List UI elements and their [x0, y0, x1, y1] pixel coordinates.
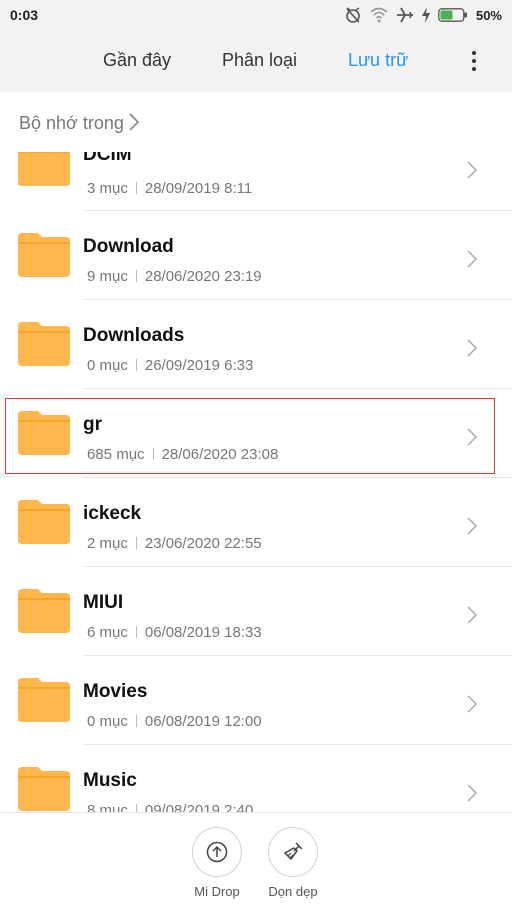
folder-row[interactable]: Downloads 0 mục 26/09/2019 6:33 — [0, 300, 512, 389]
wifi-icon — [370, 7, 388, 23]
charging-icon — [421, 7, 430, 23]
chevron-right-icon — [467, 428, 478, 446]
breadcrumb: Bộ nhớ trong — [0, 92, 512, 153]
tab-recent[interactable]: Gần đây — [103, 50, 171, 71]
folder-name: Download — [83, 236, 174, 257]
folder-date: 06/08/2019 12:00 — [144, 713, 262, 730]
folder-name: MIUI — [83, 592, 124, 613]
folder-icon — [18, 589, 70, 633]
tab-bar: Gần đây Phân loại Lưu trữ — [0, 30, 512, 92]
folder-meta: 3 mục 28/09/2019 8:11 — [87, 180, 252, 197]
chevron-right-icon — [467, 695, 478, 713]
folder-name: gr — [83, 414, 102, 435]
mi-drop-label: Mi Drop — [194, 884, 240, 899]
folder-date: 28/06/2020 23:08 — [161, 446, 279, 463]
folder-row[interactable]: ickeck 2 mục 23/06/2020 22:55 — [0, 478, 512, 567]
folder-item-count: 6 mục — [87, 624, 128, 641]
cleanup-label: Dọn dẹp — [268, 884, 318, 899]
bottom-action-bar: Mi Drop Dọn dẹp — [0, 812, 512, 911]
folder-date: 06/08/2019 18:33 — [144, 624, 262, 641]
folder-row[interactable]: MIUI 6 mục 06/08/2019 18:33 — [0, 567, 512, 656]
folder-icon — [18, 500, 70, 544]
folder-name: Downloads — [83, 325, 185, 346]
chevron-right-icon — [129, 113, 140, 131]
folder-date: 23/06/2020 22:55 — [144, 535, 262, 552]
chevron-right-icon — [467, 784, 478, 802]
folder-icon — [18, 411, 70, 455]
airplane-icon — [396, 7, 413, 23]
folder-icon — [18, 152, 70, 186]
folder-name: DCIM — [83, 152, 132, 165]
folder-meta: 6 mục 06/08/2019 18:33 — [87, 624, 262, 641]
upload-icon — [206, 841, 228, 863]
folder-row[interactable]: Movies 0 mục 06/08/2019 12:00 — [0, 656, 512, 745]
folder-item-count: 2 mục — [87, 535, 128, 552]
folder-list: DCIM 3 mục 28/09/2019 8:11 Download 9 mục… — [0, 152, 512, 812]
folder-meta: 9 mục 28/06/2020 23:19 — [87, 268, 262, 285]
folder-name: Movies — [83, 681, 148, 702]
chevron-right-icon — [467, 606, 478, 624]
tab-category[interactable]: Phân loại — [222, 50, 297, 71]
battery-icon — [438, 8, 467, 22]
chevron-right-icon — [467, 339, 478, 357]
folder-icon — [18, 678, 70, 722]
chevron-right-icon — [467, 517, 478, 535]
mi-drop-button[interactable]: Mi Drop — [177, 827, 257, 899]
folder-meta: 685 mục 28/06/2020 23:08 — [87, 446, 278, 463]
folder-date: 28/06/2020 23:19 — [144, 268, 262, 285]
folder-item-count: 0 mục — [87, 713, 128, 730]
folder-item-count: 9 mục — [87, 268, 128, 285]
folder-name: ickeck — [83, 503, 142, 524]
folder-row[interactable]: DCIM 3 mục 28/09/2019 8:11 — [0, 152, 512, 211]
folder-item-count: 3 mục — [87, 180, 128, 197]
alarm-off-icon — [346, 7, 360, 23]
folder-item-count: 0 mục — [87, 357, 128, 374]
folder-row[interactable]: Download 9 mục 28/06/2020 23:19 — [0, 211, 512, 300]
status-icons: 50% — [344, 5, 502, 25]
folder-meta: 8 mục 09/08/2019 2:40 — [87, 802, 253, 812]
cleanup-button[interactable]: Dọn dẹp — [253, 827, 333, 899]
folder-date: 28/09/2019 8:11 — [144, 180, 253, 197]
folder-icon — [18, 233, 70, 277]
folder-row-selected[interactable]: gr 685 mục 28/06/2020 23:08 — [0, 389, 512, 478]
folder-meta: 0 mục 26/09/2019 6:33 — [87, 357, 253, 374]
folder-row[interactable]: Music 8 mục 09/08/2019 2:40 — [0, 745, 512, 812]
folder-date: 26/09/2019 6:33 — [144, 357, 254, 374]
more-options-icon[interactable] — [462, 46, 486, 76]
chevron-right-icon — [467, 161, 478, 179]
status-bar: 0:03 50% — [0, 0, 512, 30]
folder-name: Music — [83, 770, 137, 791]
broom-icon — [283, 842, 303, 861]
battery-percent: 50% — [475, 7, 502, 23]
folder-icon — [18, 322, 70, 366]
folder-meta: 2 mục 23/06/2020 22:55 — [87, 535, 262, 552]
cleanup-circle — [268, 827, 318, 877]
folder-meta: 0 mục 06/08/2019 12:00 — [87, 713, 262, 730]
mi-drop-circle — [192, 827, 242, 877]
folder-item-count: 8 mục — [87, 802, 128, 812]
folder-item-count: 685 mục — [87, 446, 145, 463]
chevron-right-icon — [467, 250, 478, 268]
breadcrumb-item-internal-storage[interactable]: Bộ nhớ trong — [19, 113, 124, 134]
tab-storage[interactable]: Lưu trữ — [348, 50, 408, 71]
folder-date: 09/08/2019 2:40 — [144, 802, 254, 812]
folder-icon — [18, 767, 70, 811]
status-time: 0:03 — [10, 7, 39, 23]
